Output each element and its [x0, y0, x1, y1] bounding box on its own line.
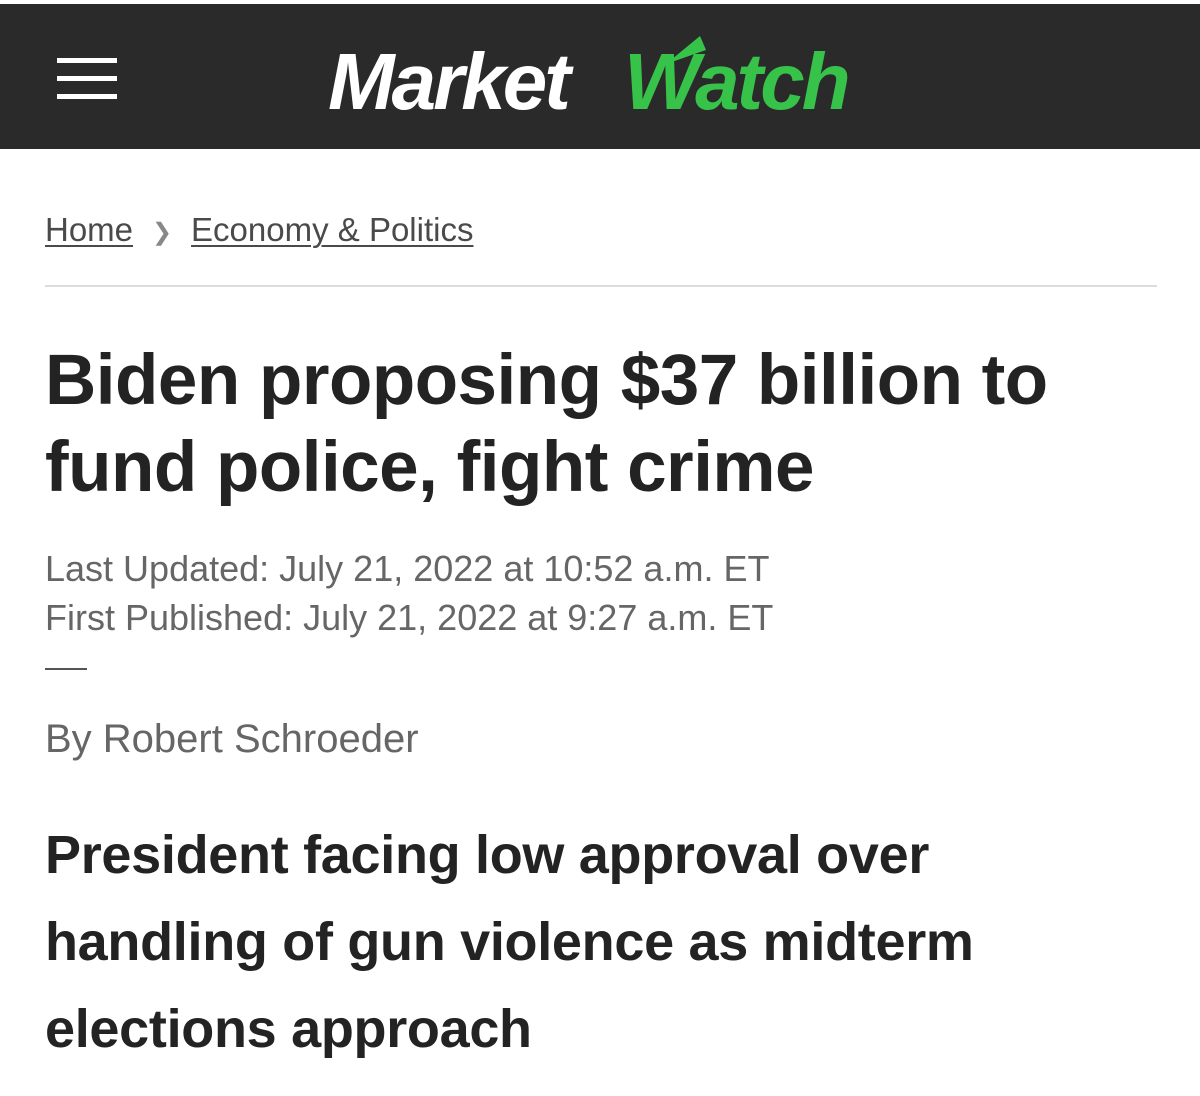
- first-published-timestamp: First Published: July 21, 2022 at 9:27 a…: [45, 597, 774, 638]
- logo-market-text: Market: [328, 37, 574, 124]
- last-updated-timestamp: Last Updated: July 21, 2022 at 10:52 a.m…: [45, 548, 770, 589]
- breadcrumb-economy-politics-link[interactable]: Economy & Politics: [191, 211, 473, 249]
- menu-bar: [57, 76, 117, 81]
- page: Market Watch Home ❯ Economy & Politics B…: [0, 0, 1200, 1096]
- logo-wordmark: Market Watch: [328, 36, 851, 124]
- breadcrumb-home-link[interactable]: Home: [45, 211, 133, 249]
- section-divider: [45, 285, 1157, 287]
- byline-divider: [45, 668, 87, 670]
- menu-bar: [57, 94, 117, 99]
- article-headline: Biden proposing $37 billion to fund poli…: [45, 341, 1048, 507]
- chevron-right-icon: ❯: [151, 218, 173, 246]
- author-name[interactable]: Robert Schroeder: [103, 717, 419, 761]
- byline-prefix: By: [45, 717, 103, 761]
- marketwatch-logo[interactable]: Market Watch: [328, 34, 888, 124]
- byline: By Robert Schroeder: [45, 714, 419, 764]
- logo-watch-text: Watch: [624, 37, 848, 124]
- hamburger-menu-icon[interactable]: [57, 58, 117, 102]
- article-timestamps: Last Updated: July 21, 2022 at 10:52 a.m…: [45, 544, 773, 642]
- article-subheadline: President facing low approval over handl…: [45, 825, 974, 1059]
- menu-bar: [57, 58, 117, 63]
- breadcrumb: Home ❯ Economy & Politics: [45, 208, 473, 252]
- site-header: Market Watch: [0, 4, 1200, 149]
